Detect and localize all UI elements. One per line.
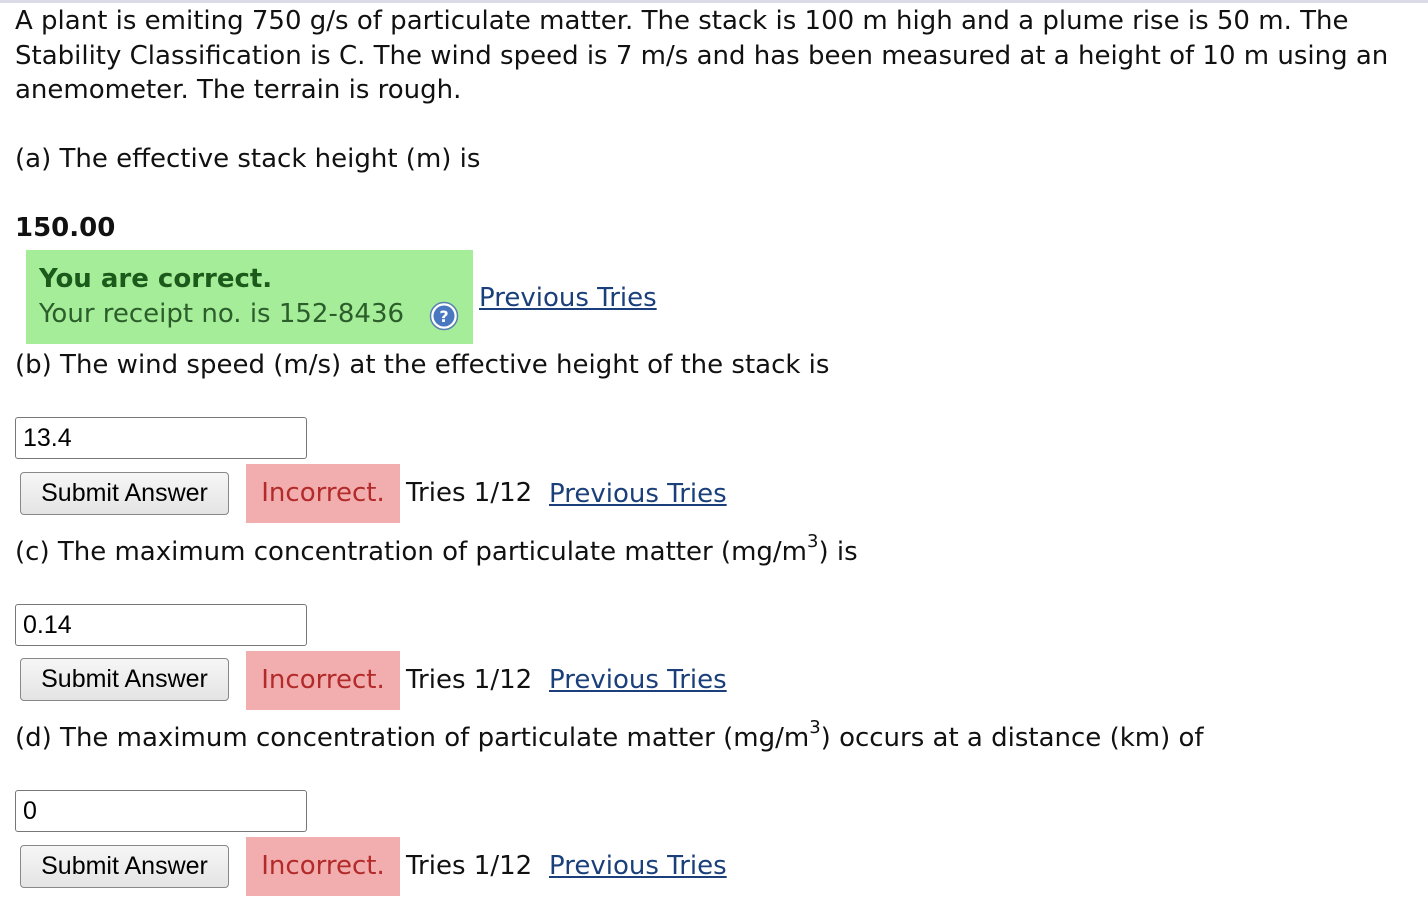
part-d-answer-input[interactable]	[15, 790, 307, 832]
part-d-tries-count: Tries 1/12	[406, 851, 533, 881]
problem-line-1: A plant is emiting 750 g/s of particulat…	[15, 6, 1349, 36]
part-a-question: (a) The effective stack height (m) is	[15, 144, 481, 174]
part-b-tries-count: Tries 1/12	[406, 478, 533, 508]
correct-feedback-box: You are correct. Your receipt no. is 152…	[26, 250, 473, 344]
part-c-submit-button[interactable]: Submit Answer	[20, 658, 229, 701]
part-c-answer-input[interactable]	[15, 604, 307, 646]
part-c-previous-tries-link[interactable]: Previous Tries	[549, 663, 727, 697]
problem-line-3: anemometer. The terrain is rough.	[15, 75, 462, 105]
part-b-incorrect-badge: Incorrect.	[246, 464, 400, 523]
part-d-previous-tries-link[interactable]: Previous Tries	[549, 849, 727, 883]
receipt-number: Your receipt no. is 152-8436	[39, 299, 405, 329]
problem-line-2: Stability Classification is C. The wind …	[15, 40, 1389, 71]
svg-text:?: ?	[439, 307, 448, 326]
part-a-previous-tries-link[interactable]: Previous Tries	[479, 281, 657, 315]
part-d-submit-button[interactable]: Submit Answer	[20, 845, 229, 888]
part-b-answer-input[interactable]	[15, 417, 307, 459]
part-b-submit-button[interactable]: Submit Answer	[20, 472, 229, 515]
part-c-tries-count: Tries 1/12	[406, 665, 533, 695]
question-circle-icon[interactable]: ?	[429, 301, 459, 331]
part-c-incorrect-badge: Incorrect.	[246, 651, 400, 710]
part-c-question: (c) The maximum concentration of particu…	[15, 531, 858, 567]
part-a-answer: 150.00	[15, 213, 116, 243]
part-b-previous-tries-link[interactable]: Previous Tries	[549, 477, 727, 511]
correct-message: You are correct.	[39, 264, 273, 294]
part-d-incorrect-badge: Incorrect.	[246, 837, 400, 896]
part-d-question: (d) The maximum concentration of particu…	[15, 717, 1204, 753]
problem-statement: A plant is emiting 750 g/s of particulat…	[15, 4, 1388, 108]
part-b-question: (b) The wind speed (m/s) at the effectiv…	[15, 350, 830, 380]
top-border	[0, 0, 1428, 3]
